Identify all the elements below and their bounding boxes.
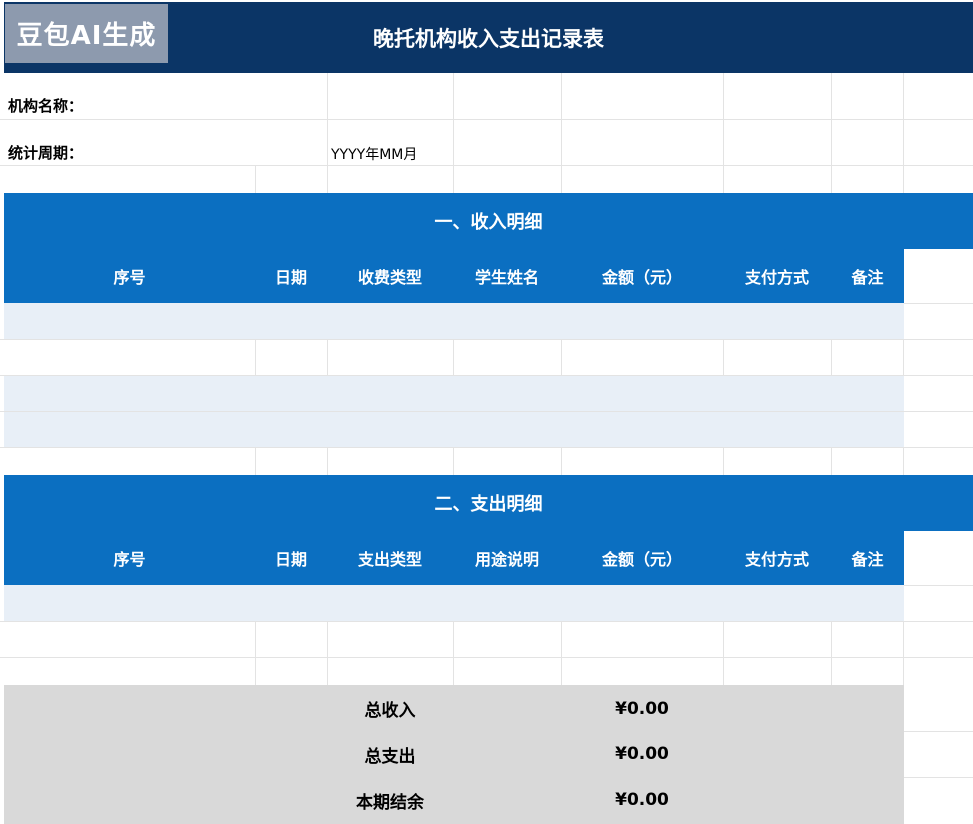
summary-block <box>4 685 904 824</box>
expense-row[interactable] <box>4 622 904 657</box>
income-col-amount: 金额（元） <box>601 268 682 287</box>
expense-col-amount: 金额（元） <box>601 550 682 569</box>
income-col-payment: 支付方式 <box>744 268 809 287</box>
watermark-badge: 豆包AI生成 <box>5 4 168 63</box>
expense-col-note: 备注 <box>851 550 884 569</box>
income-col-date: 日期 <box>274 268 307 287</box>
org-name-label: 机构名称： <box>8 96 84 115</box>
income-col-note: 备注 <box>851 268 884 287</box>
total-expense-value: ¥0.00 <box>615 744 669 764</box>
balance-label: 本期结余 <box>356 792 424 813</box>
expense-col-index: 序号 <box>113 550 146 569</box>
total-income-label: 总收入 <box>364 701 416 721</box>
total-income-value: ¥0.00 <box>615 698 669 719</box>
income-row[interactable] <box>4 303 904 339</box>
expense-col-type: 支出类型 <box>357 550 422 569</box>
total-expense-label: 总支出 <box>364 746 416 767</box>
period-field[interactable]: YYYY年MM月 <box>331 139 417 169</box>
income-row[interactable] <box>4 376 904 411</box>
income-row[interactable] <box>4 340 904 375</box>
org-name-field[interactable] <box>94 78 326 118</box>
income-section-header: 一、收入明细 <box>4 193 973 249</box>
expense-col-purpose: 用途说明 <box>474 550 539 569</box>
expense-row[interactable] <box>4 585 904 621</box>
expense-col-date: 日期 <box>274 550 307 569</box>
income-row[interactable] <box>4 412 904 447</box>
income-col-fee-type: 收费类型 <box>357 268 422 287</box>
income-col-index: 序号 <box>113 268 146 287</box>
expense-section-header: 二、支出明细 <box>4 475 973 531</box>
balance-value: ¥0.00 <box>615 790 669 810</box>
period-label: 统计周期： <box>8 143 84 162</box>
expense-col-payment: 支付方式 <box>744 550 809 569</box>
income-col-student: 学生姓名 <box>474 268 539 287</box>
